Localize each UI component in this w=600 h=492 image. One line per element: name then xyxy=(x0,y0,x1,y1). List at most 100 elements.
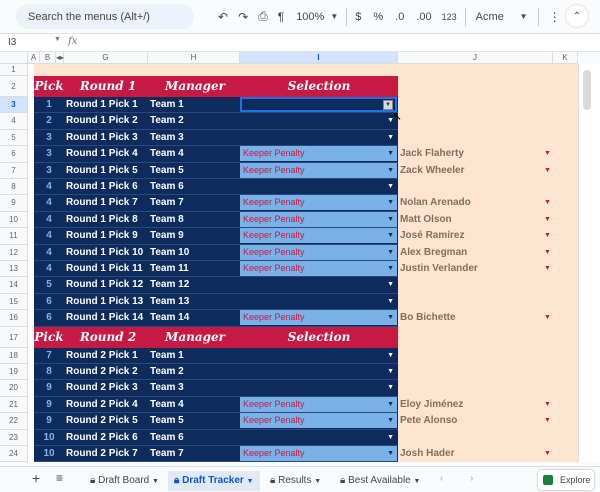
player-dropdown-icon[interactable]: ▼ xyxy=(544,212,551,228)
scrollbar-thumb[interactable] xyxy=(583,70,591,110)
undo-icon[interactable]: ↶ xyxy=(218,5,228,29)
tab-results[interactable]: 🔒︎ Results ▼ xyxy=(264,471,327,491)
selection-dropdown[interactable]: Keeper Penalty ▼ xyxy=(240,446,397,461)
tab-dropdown-icon[interactable]: ▼ xyxy=(247,478,254,485)
dropdown-arrow-icon[interactable]: ▼ xyxy=(387,179,394,194)
player-dropdown-icon[interactable]: ▼ xyxy=(544,413,551,429)
scroll-tabs-right-icon[interactable]: › xyxy=(470,473,473,484)
column-header-j[interactable]: J xyxy=(398,52,553,64)
player-dropdown-icon[interactable]: ▼ xyxy=(544,310,551,326)
row-header[interactable]: 17 xyxy=(0,326,28,348)
tab-draft-tracker[interactable]: 🔒︎ Draft Tracker ▼ xyxy=(168,471,260,491)
row-header[interactable]: 14 xyxy=(0,277,28,294)
name-box[interactable]: I3 xyxy=(8,37,16,48)
row-header[interactable]: 15 xyxy=(0,293,28,311)
paint-format-icon[interactable]: ¶ xyxy=(278,5,284,29)
dropdown-arrow-icon[interactable]: ▼ xyxy=(387,446,394,461)
increase-decimal-button[interactable]: .00 xyxy=(416,11,431,23)
dropdown-arrow-icon[interactable]: ▼ xyxy=(387,212,394,227)
dropdown-arrow-icon[interactable]: ▼ xyxy=(387,163,394,178)
selection-dropdown[interactable]: Keeper Penalty ▼ xyxy=(240,195,397,211)
dropdown-arrow-icon[interactable]: ▼ xyxy=(387,277,394,292)
dropdown-arrow-icon[interactable]: ▼ xyxy=(387,364,394,379)
row-header[interactable]: 18 xyxy=(0,347,28,364)
row-header[interactable]: 1 xyxy=(0,64,28,76)
row-header[interactable]: 5 xyxy=(0,129,28,147)
selection-dropdown[interactable]: ▼ xyxy=(240,348,397,363)
row-header[interactable]: 22 xyxy=(0,413,28,430)
column-header-i[interactable]: I xyxy=(240,52,398,64)
selection-dropdown[interactable]: ▼ xyxy=(240,277,397,292)
player-dropdown-icon[interactable]: ▼ xyxy=(544,228,551,244)
selection-dropdown[interactable]: ▼ xyxy=(240,130,397,145)
tab-draft-board[interactable]: 🔒︎ Draft Board ▼ xyxy=(84,471,165,491)
selection-dropdown[interactable]: ▼ xyxy=(240,430,397,445)
tab-dropdown-icon[interactable]: ▼ xyxy=(314,478,321,485)
vertical-scrollbar[interactable] xyxy=(578,64,600,462)
hidden-columns-expand-icon[interactable]: ◂▸ xyxy=(56,52,64,64)
player-dropdown-icon[interactable]: ▼ xyxy=(544,195,551,211)
scroll-tabs-left-icon[interactable]: ‹ xyxy=(440,473,443,484)
row-header[interactable]: 8 xyxy=(0,179,28,196)
row-header[interactable]: 11 xyxy=(0,228,28,245)
name-box-dropdown-icon[interactable]: ▼ xyxy=(54,36,61,43)
player-dropdown-icon[interactable]: ▼ xyxy=(544,261,551,277)
selection-dropdown[interactable]: Keeper Penalty ▼ xyxy=(240,244,397,260)
all-sheets-icon[interactable]: ≡ xyxy=(56,471,63,485)
row-header[interactable]: 16 xyxy=(0,310,28,327)
row-header[interactable]: 23 xyxy=(0,429,28,446)
font-dropdown-icon[interactable]: ▼ xyxy=(520,5,528,29)
row-header[interactable]: 13 xyxy=(0,261,28,278)
dropdown-arrow-icon[interactable]: ▼ xyxy=(387,430,394,445)
player-dropdown-icon[interactable]: ▼ xyxy=(544,397,551,413)
row-header[interactable]: 7 xyxy=(0,162,28,179)
row-header[interactable]: 20 xyxy=(0,380,28,397)
collapse-toolbar-icon[interactable]: ⌃ xyxy=(566,5,588,27)
row-header[interactable]: 24 xyxy=(0,446,28,463)
column-header-g[interactable]: G xyxy=(64,52,148,64)
more-options-icon[interactable]: ⋮ xyxy=(549,5,561,29)
column-header-b[interactable]: B xyxy=(40,52,56,64)
column-header-k[interactable]: K xyxy=(553,52,578,64)
tab-dropdown-icon[interactable]: ▼ xyxy=(152,478,159,485)
row-header[interactable]: 19 xyxy=(0,364,28,381)
selection-dropdown[interactable]: ▼ xyxy=(240,364,397,379)
dropdown-arrow-icon[interactable]: ▼ xyxy=(387,245,394,260)
row-header[interactable]: 4 xyxy=(0,113,28,130)
print-icon[interactable]: ⎙ xyxy=(258,5,268,29)
dropdown-arrow-icon[interactable]: ▼ xyxy=(387,261,394,276)
dropdown-arrow-icon[interactable]: ▼ xyxy=(387,380,394,395)
decrease-decimal-button[interactable]: .0 xyxy=(395,11,404,23)
selection-dropdown[interactable]: Keeper Penalty ▼ xyxy=(240,261,397,276)
currency-format-button[interactable]: $ xyxy=(355,11,361,23)
column-header-a[interactable]: A xyxy=(28,52,40,64)
selection-dropdown[interactable]: Keeper Penalty ▼ xyxy=(240,396,397,412)
player-dropdown-icon[interactable]: ▼ xyxy=(544,146,551,162)
row-header[interactable]: 2 xyxy=(0,76,28,97)
tab-dropdown-icon[interactable]: ▼ xyxy=(414,478,421,485)
selection-dropdown[interactable]: ▼ xyxy=(240,294,397,309)
dropdown-arrow-icon[interactable]: ▼ xyxy=(387,130,394,145)
dropdown-arrow-icon[interactable]: ▼ xyxy=(387,348,394,363)
row-header[interactable]: 3 xyxy=(0,97,28,114)
player-dropdown-icon[interactable]: ▼ xyxy=(544,446,551,462)
row-header[interactable]: 21 xyxy=(0,396,28,414)
percent-format-button[interactable]: % xyxy=(373,11,383,23)
selection-dropdown[interactable]: ▼ xyxy=(240,113,397,128)
select-all-corner[interactable] xyxy=(0,52,28,64)
dropdown-arrow-icon[interactable]: ▼ xyxy=(387,310,394,325)
dropdown-arrow-icon[interactable]: ▼ xyxy=(387,228,394,243)
explore-button[interactable]: Explore xyxy=(538,470,594,490)
dropdown-arrow-icon[interactable]: ▼ xyxy=(387,195,394,210)
selection-dropdown[interactable]: Keeper Penalty ▼ xyxy=(240,162,397,178)
player-dropdown-icon[interactable]: ▼ xyxy=(544,245,551,261)
font-select[interactable]: Acme xyxy=(476,11,516,23)
zoom-select[interactable]: 100% xyxy=(296,11,324,23)
player-dropdown-icon[interactable]: ▼ xyxy=(544,163,551,179)
zoom-dropdown-icon[interactable]: ▼ xyxy=(330,5,338,29)
dropdown-arrow-icon[interactable]: ▼ xyxy=(387,397,394,412)
number-format-button[interactable]: 123 xyxy=(442,12,457,22)
tab-best-available[interactable]: 🔒︎ Best Available ▼ xyxy=(334,471,426,491)
row-header[interactable]: 6 xyxy=(0,146,28,163)
add-sheet-icon[interactable]: + xyxy=(32,470,40,486)
